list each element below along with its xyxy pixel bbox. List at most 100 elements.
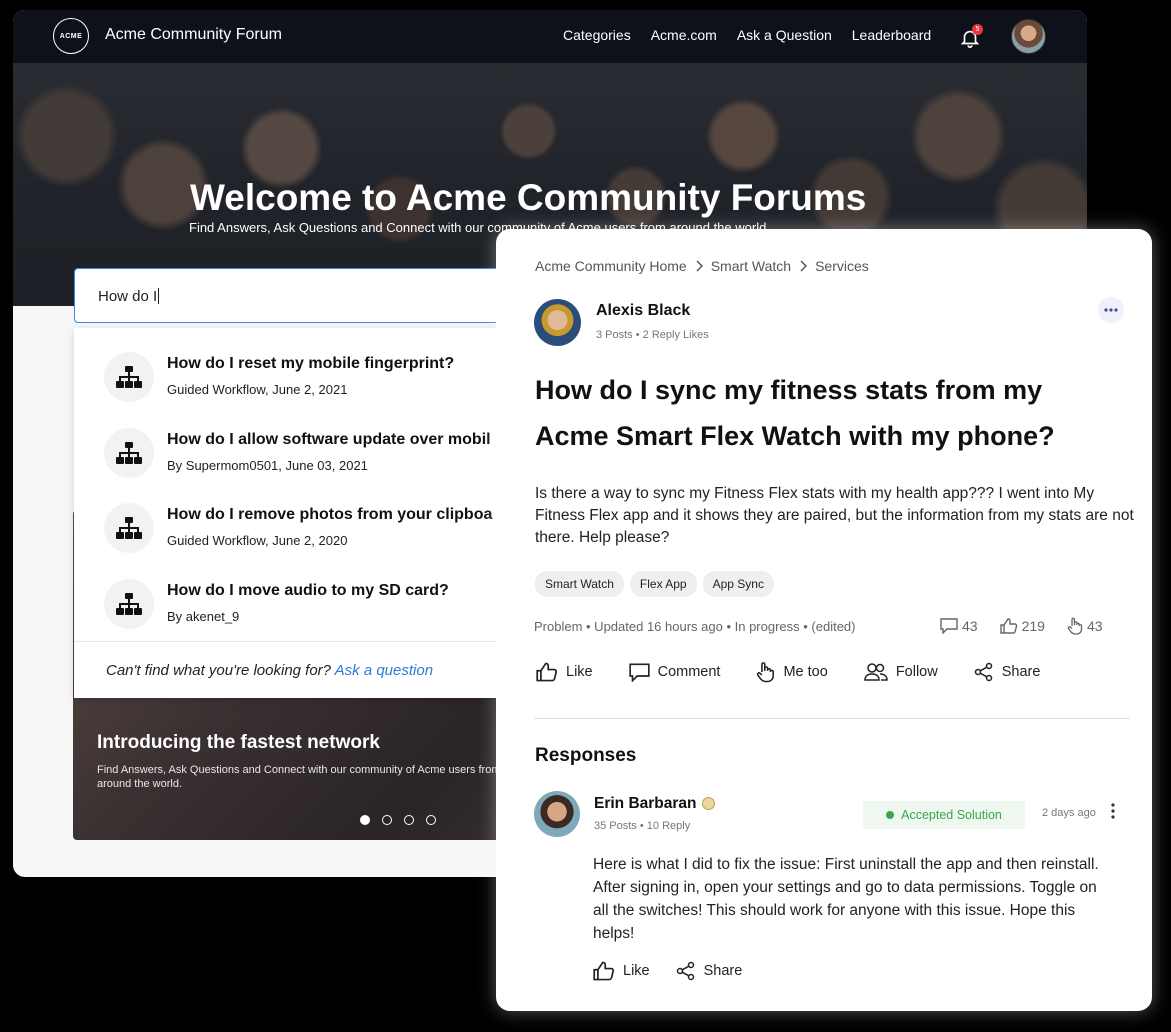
response-actions: Like Share <box>593 961 768 981</box>
kebab-menu-icon[interactable] <box>1111 803 1119 819</box>
brand-name[interactable]: Acme Community Forum <box>105 26 282 44</box>
me-too-label: Me too <box>783 664 828 680</box>
responder-posts: 35 Posts <box>594 820 637 832</box>
ask-question-link[interactable]: Ask a question <box>335 662 433 679</box>
comment-count-value: 43 <box>962 618 978 634</box>
promo-subtitle: Find Answers, Ask Questions and Connect … <box>97 764 501 790</box>
response-body: Here is what I did to fix the issue: Fir… <box>593 856 1099 942</box>
breadcrumb-item[interactable]: Services <box>815 258 869 274</box>
suggestion-title: How do I allow software update over mobi… <box>167 431 491 448</box>
tag-list: Smart Watch Flex App App Sync <box>535 571 774 597</box>
carousel-dot[interactable] <box>360 815 370 825</box>
suggestion-title: How do I reset my mobile fingerprint? <box>167 355 455 372</box>
comment-icon <box>628 663 650 682</box>
share-icon <box>974 662 994 682</box>
suggestion-title: How do I remove photos from your clipboa <box>167 506 493 523</box>
question-body: Is there a way to sync my Fitness Flex s… <box>535 485 1134 546</box>
response-timestamp: 2 days ago <box>1042 807 1096 819</box>
me-too-count: 43 <box>1067 617 1103 635</box>
post-status: Problem • Updated 16 hours ago • In prog… <box>534 619 856 634</box>
post-stats: 43 219 43 <box>940 617 1103 635</box>
like-button[interactable]: Like <box>536 661 593 683</box>
workflow-icon <box>104 579 154 629</box>
breadcrumb-item[interactable]: Smart Watch <box>711 258 791 274</box>
nav-links: Categories Acme.com Ask a Question Leade… <box>563 27 931 43</box>
tag[interactable]: App Sync <box>702 571 774 597</box>
me-too-count-value: 43 <box>1086 618 1103 634</box>
workflow-icon <box>104 352 154 402</box>
like-count-value: 219 <box>1021 618 1045 634</box>
carousel-dot[interactable] <box>426 815 436 825</box>
tag[interactable]: Flex App <box>629 571 697 597</box>
text-caret <box>158 288 160 304</box>
carousel-dot[interactable] <box>404 815 414 825</box>
carousel-dots <box>360 815 436 825</box>
footer-text: Can't find what you're looking for? <box>106 662 332 679</box>
share-label: Share <box>1001 664 1041 680</box>
notification-badge: 5 <box>972 24 983 35</box>
responses-heading: Responses <box>535 745 637 766</box>
responder-name[interactable]: Erin Barbaran <box>594 795 697 813</box>
suggestion-meta: By akenet_9 <box>167 609 240 624</box>
chevron-right-icon <box>695 260 703 272</box>
suggestion-meta: Guided Workflow, June 2, 2020 <box>167 533 348 548</box>
carousel-dot[interactable] <box>382 815 392 825</box>
workflow-icon <box>104 503 154 553</box>
question-title: How do I sync my fitness stats from my A… <box>535 375 1055 451</box>
responder-meta: 35 Posts • 10 Reply <box>594 820 691 832</box>
accepted-solution-badge: Accepted Solution <box>863 801 1025 829</box>
author-meta: 3 Posts • 2 Reply Likes <box>596 329 709 341</box>
like-label: Like <box>566 664 593 680</box>
like-count: 219 <box>999 617 1045 635</box>
follow-label: Follow <box>895 664 938 680</box>
user-avatar[interactable] <box>1011 19 1046 54</box>
workflow-icon <box>104 428 154 478</box>
responder-avatar[interactable] <box>534 791 580 837</box>
share-label: Share <box>703 963 743 979</box>
author-posts: 3 Posts <box>596 329 633 341</box>
more-options-button[interactable] <box>1098 297 1124 323</box>
author-name[interactable]: Alexis Black <box>596 302 690 320</box>
follow-button[interactable]: Follow <box>864 661 938 683</box>
author-avatar[interactable] <box>534 299 581 346</box>
me-too-button[interactable]: Me too <box>756 661 828 683</box>
nav-link-leaderboard[interactable]: Leaderboard <box>852 27 931 43</box>
suggestion-meta: Guided Workflow, June 2, 2021 <box>167 382 348 397</box>
question-detail-card: Acme Community Home Smart Watch Services… <box>496 229 1152 1011</box>
response-like-button[interactable]: Like <box>593 961 650 981</box>
thumbs-up-icon <box>999 618 1018 634</box>
like-label: Like <box>623 963 650 979</box>
top-navigation: ACME Acme Community Forum Categories Acm… <box>13 10 1087 63</box>
users-icon <box>864 663 888 681</box>
tag[interactable]: Smart Watch <box>535 571 624 597</box>
search-value: How do I <box>98 288 158 305</box>
breadcrumb-item[interactable]: Acme Community Home <box>535 258 687 274</box>
comment-label: Comment <box>657 664 721 680</box>
status-dot-icon <box>886 811 895 819</box>
responder-replies: 10 Reply <box>646 820 691 832</box>
post-actions: Like Comment Me too Follow Share <box>536 661 1076 683</box>
acme-logo[interactable]: ACME <box>53 18 89 54</box>
suggestion-meta: By Supermom0501, June 03, 2021 <box>167 458 368 473</box>
divider <box>534 718 1130 719</box>
share-icon <box>676 961 696 981</box>
comment-button[interactable]: Comment <box>628 661 721 683</box>
thumbs-up-icon <box>593 961 615 981</box>
hand-pointer-icon <box>756 661 775 683</box>
author-likes: 2 Reply Likes <box>642 329 709 341</box>
breadcrumb: Acme Community Home Smart Watch Services <box>535 258 869 274</box>
hero-title: Welcome to Acme Community Forums <box>190 177 867 218</box>
accepted-solution-label: Accepted Solution <box>901 808 1002 822</box>
share-button[interactable]: Share <box>974 661 1041 683</box>
comment-icon <box>940 618 958 634</box>
response-share-button[interactable]: Share <box>676 961 743 981</box>
thumbs-up-icon <box>536 662 558 682</box>
rank-badge-icon <box>702 797 715 810</box>
suggestion-title: How do I move audio to my SD card? <box>167 582 449 599</box>
nav-link-ask-question[interactable]: Ask a Question <box>737 27 832 43</box>
hand-pointer-icon <box>1067 617 1083 635</box>
nav-link-categories[interactable]: Categories <box>563 27 631 43</box>
chevron-right-icon <box>799 260 808 272</box>
promo-title: Introducing the fastest network <box>97 732 380 753</box>
nav-link-acme-com[interactable]: Acme.com <box>651 27 717 43</box>
